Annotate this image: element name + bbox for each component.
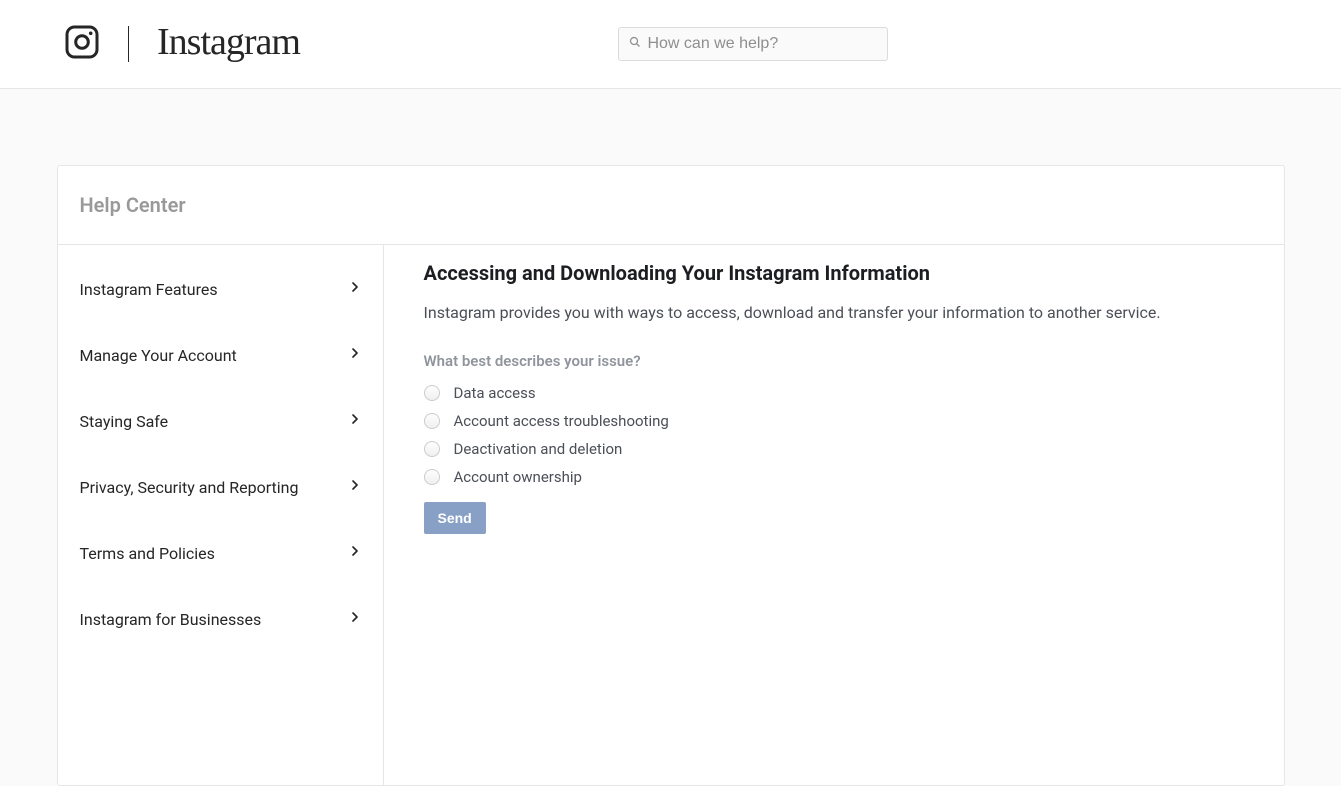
option-label: Account access troubleshooting xyxy=(454,412,669,430)
sidebar-item-label: Instagram for Businesses xyxy=(80,610,262,629)
option-deactivation-deletion[interactable]: Deactivation and deletion xyxy=(424,440,1244,458)
option-data-access[interactable]: Data access xyxy=(424,384,1244,402)
chevron-right-icon xyxy=(347,279,363,299)
sidebar-item-label: Privacy, Security and Reporting xyxy=(80,478,299,497)
sidebar-item-privacy-security[interactable]: Privacy, Security and Reporting xyxy=(58,453,383,519)
instagram-wordmark: Instagram xyxy=(157,20,300,64)
instagram-glyph-icon xyxy=(64,24,100,64)
help-center-title[interactable]: Help Center xyxy=(80,193,1262,217)
sidebar-item-instagram-features[interactable]: Instagram Features xyxy=(58,255,383,321)
sidebar-item-staying-safe[interactable]: Staying Safe xyxy=(58,387,383,453)
search-icon xyxy=(629,36,641,52)
chevron-right-icon xyxy=(347,543,363,563)
option-label: Deactivation and deletion xyxy=(454,440,623,458)
option-account-ownership[interactable]: Account ownership xyxy=(424,468,1244,486)
option-account-access-troubleshooting[interactable]: Account access troubleshooting xyxy=(424,412,1244,430)
sidebar-item-label: Manage Your Account xyxy=(80,346,237,365)
sidebar-item-label: Terms and Policies xyxy=(80,544,215,563)
sidebar-item-businesses[interactable]: Instagram for Businesses xyxy=(58,585,383,651)
logo-group[interactable]: Instagram xyxy=(64,22,300,66)
chevron-right-icon xyxy=(347,411,363,431)
sidebar-item-label: Instagram Features xyxy=(80,280,218,299)
help-center-header: Help Center xyxy=(58,166,1284,245)
question-label: What best describes your issue? xyxy=(424,352,1244,370)
radio-icon[interactable] xyxy=(424,385,440,401)
chevron-right-icon xyxy=(347,345,363,365)
sidebar-item-terms-policies[interactable]: Terms and Policies xyxy=(58,519,383,585)
sidebar: Instagram Features Manage Your Account S… xyxy=(58,245,384,785)
logo-divider xyxy=(128,26,129,62)
chevron-right-icon xyxy=(347,477,363,497)
intro-text: Instagram provides you with ways to acce… xyxy=(424,303,1244,322)
topbar: Instagram xyxy=(0,0,1341,89)
sidebar-item-manage-account[interactable]: Manage Your Account xyxy=(58,321,383,387)
chevron-right-icon xyxy=(347,609,363,629)
radio-icon[interactable] xyxy=(424,469,440,485)
options-group: Data access Account access troubleshooti… xyxy=(424,384,1244,486)
radio-icon[interactable] xyxy=(424,413,440,429)
sidebar-item-label: Staying Safe xyxy=(80,412,169,431)
main-content: Accessing and Downloading Your Instagram… xyxy=(384,245,1284,785)
search-box[interactable] xyxy=(618,27,888,61)
search-input[interactable] xyxy=(647,35,877,53)
radio-icon[interactable] xyxy=(424,441,440,457)
page-title: Accessing and Downloading Your Instagram… xyxy=(424,261,1244,285)
option-label: Data access xyxy=(454,384,536,402)
send-button[interactable]: Send xyxy=(424,502,486,534)
content-container: Help Center Instagram Features Manage Yo… xyxy=(57,165,1285,786)
option-label: Account ownership xyxy=(454,468,582,486)
